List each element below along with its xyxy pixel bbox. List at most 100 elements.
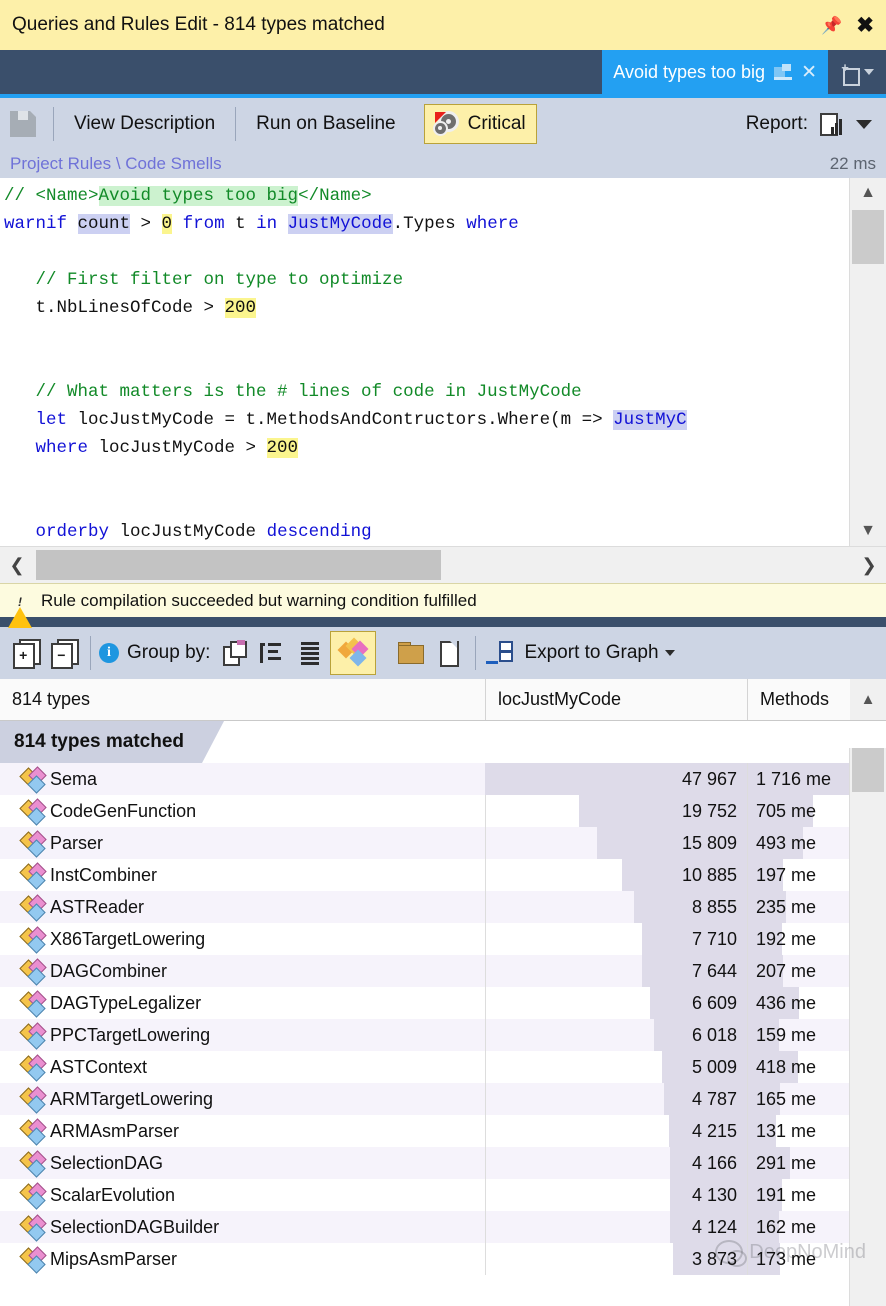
code-line (4, 322, 850, 350)
type-name-label: DAGCombiner (50, 961, 167, 982)
code-token: where (4, 438, 88, 458)
table-row[interactable]: SelectionDAGBuilder4 124162 me (0, 1211, 886, 1243)
file-icon[interactable] (431, 634, 467, 672)
column-header-methods[interactable]: Methods (748, 679, 850, 720)
code-token (172, 214, 183, 234)
group-by-assembly-icon[interactable] (216, 634, 252, 672)
cell-locjustmycode: 7 710 (486, 923, 748, 955)
code-line: warnif count > 0 from t in JustMyCode.Ty… (4, 210, 850, 238)
editor-horizontal-scrollbar[interactable]: ❮ ❯ (0, 546, 886, 583)
type-icon (22, 1153, 42, 1173)
grid-vertical-scrollbar[interactable] (849, 748, 886, 1306)
table-row[interactable]: ASTReader8 855235 me (0, 891, 886, 923)
methods-value: 197 me (756, 865, 816, 886)
cell-locjustmycode: 15 809 (486, 827, 748, 859)
code-token: // What matters is the # lines of code i… (4, 382, 582, 402)
table-row[interactable]: DAGTypeLegalizer6 609436 me (0, 987, 886, 1019)
cell-methods: 162 me (748, 1211, 850, 1243)
code-token: Avoid types too big (99, 186, 299, 206)
table-row[interactable]: DAGCombiner 7 644 207 me (0, 955, 886, 987)
group-by-type-icon[interactable] (330, 631, 376, 675)
table-row[interactable]: SelectionDAG4 166291 me (0, 1147, 886, 1179)
toolbar-divider (53, 107, 54, 141)
column-header-locjustmycode[interactable]: locJustMyCode (486, 679, 748, 720)
tab-strip: Avoid types too big ✕ + (0, 50, 886, 94)
tab-avoid-types-too-big[interactable]: Avoid types too big ✕ (602, 50, 828, 94)
save-disk-icon[interactable] (10, 111, 36, 137)
table-row[interactable]: PPCTargetLowering6 018159 me (0, 1019, 886, 1051)
column-header-types[interactable]: 814 types (0, 679, 486, 720)
cell-type-name: Parser (0, 827, 486, 859)
type-icon (22, 1057, 42, 1077)
cell-type-name: ScalarEvolution (0, 1179, 486, 1211)
table-row[interactable]: X86TargetLowering7 710192 me (0, 923, 886, 955)
cell-methods: 207 me (748, 955, 850, 987)
table-row[interactable]: ARMAsmParser 4 215131 me (0, 1115, 886, 1147)
table-row[interactable]: ScalarEvolution4 130191 me (0, 1179, 886, 1211)
report-chart-icon[interactable] (820, 112, 844, 136)
scrollbar-track[interactable] (34, 547, 852, 583)
cell-methods: 493 me (748, 827, 850, 859)
table-row[interactable]: ASTContext5 009418 me (0, 1051, 886, 1083)
toolbar-divider (475, 636, 476, 670)
results-grid-body: Sema47 9671 716 meCodeGenFunction19 7527… (0, 763, 886, 1275)
query-icon (774, 64, 792, 80)
view-description-button[interactable]: View Description (60, 113, 229, 135)
scrollbar-thumb[interactable] (852, 748, 884, 792)
chevron-left-icon[interactable]: ❮ (0, 555, 34, 576)
table-row[interactable]: MipsAsmParser3 873173 me (0, 1243, 886, 1275)
group-by-flat-icon[interactable] (292, 634, 328, 672)
table-row[interactable]: Parser15 809493 me (0, 827, 886, 859)
scrollbar-thumb[interactable] (852, 210, 884, 264)
folder-icon[interactable] (393, 634, 429, 672)
code-editor[interactable]: // <Name>Avoid types too big</Name>warni… (0, 178, 850, 546)
table-row[interactable]: ARMTargetLowering4 787165 me (0, 1083, 886, 1115)
code-token: locJustMyCode = t.MethodsAndContructors.… (67, 410, 613, 430)
type-icon (22, 769, 42, 789)
group-by-namespace-icon[interactable] (254, 634, 290, 672)
severity-critical-button[interactable]: Critical (424, 104, 537, 144)
table-row[interactable]: CodeGenFunction19 752705 me (0, 795, 886, 827)
chevron-down-icon[interactable] (856, 120, 872, 129)
locjustmycode-value: 10 885 (682, 865, 737, 886)
close-icon[interactable]: ✕ (801, 61, 817, 84)
cell-locjustmycode: 7 644 (486, 955, 748, 987)
close-icon[interactable]: ✖ (856, 15, 874, 36)
code-line: let locJustMyCode = t.MethodsAndContruct… (4, 406, 850, 434)
cell-locjustmycode: 4 215 (486, 1115, 748, 1147)
results-toolbar: + − i Group by: (0, 627, 886, 679)
chevron-up-icon[interactable]: ▲ (850, 178, 886, 208)
export-graph-icon[interactable] (484, 634, 516, 672)
chevron-down-icon[interactable]: ▼ (850, 516, 886, 546)
type-name-label: ARMTargetLowering (50, 1089, 213, 1110)
chevron-right-icon[interactable]: ❯ (852, 555, 886, 576)
editor-vertical-scrollbar[interactable]: ▲ ▼ (849, 178, 886, 546)
expand-all-icon[interactable]: + (8, 634, 44, 672)
table-row[interactable]: Sema47 9671 716 me (0, 763, 886, 795)
table-row[interactable]: InstCombiner10 885197 me (0, 859, 886, 891)
chevron-down-icon[interactable] (864, 69, 874, 75)
info-icon[interactable]: i (99, 643, 119, 663)
run-on-baseline-button[interactable]: Run on Baseline (242, 113, 409, 135)
chevron-up-icon[interactable]: ▲ (850, 679, 886, 720)
code-line (4, 462, 850, 490)
breadcrumb-path[interactable]: Project Rules \ Code Smells (10, 154, 222, 174)
type-name-label: X86TargetLowering (50, 929, 205, 950)
new-query-button[interactable]: + (828, 50, 886, 94)
chevron-down-icon[interactable] (665, 650, 675, 656)
type-icon (22, 1249, 42, 1269)
collapse-all-icon[interactable]: − (46, 634, 82, 672)
type-icon (22, 865, 42, 885)
cell-locjustmycode: 5 009 (486, 1051, 748, 1083)
methods-value: 207 me (756, 961, 816, 982)
scrollbar-thumb[interactable] (36, 550, 441, 580)
cell-methods: 705 me (748, 795, 850, 827)
type-icon (22, 833, 42, 853)
cell-methods: 131 me (748, 1115, 850, 1147)
code-token: let (4, 410, 67, 430)
pin-icon[interactable]: 📌 (821, 17, 842, 34)
type-icon (22, 993, 42, 1013)
group-row[interactable]: 814 types matched (0, 721, 886, 763)
export-to-graph-button[interactable]: Export to Graph (524, 642, 658, 664)
type-name-label: ARMAsmParser (50, 1121, 179, 1142)
